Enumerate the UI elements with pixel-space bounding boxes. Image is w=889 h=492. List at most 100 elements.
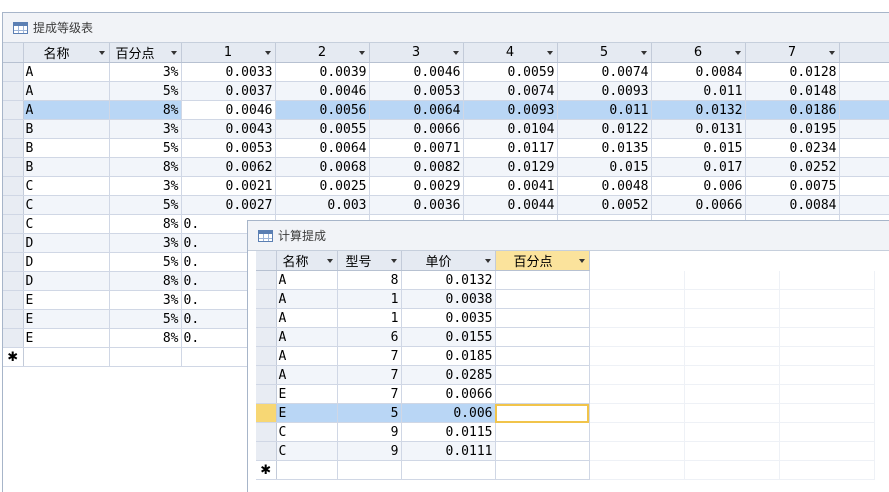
chevron-down-icon[interactable] [734,51,741,55]
cell-percent[interactable]: 5% [109,195,182,215]
cell-name[interactable]: A [276,289,338,309]
table-row[interactable]: A 8 0.0132 [256,270,875,290]
cell-percent[interactable]: 5% [109,81,182,101]
cell-value[interactable]: 0.0068 [275,157,370,177]
cell-name[interactable]: B [23,157,110,177]
cell-percent[interactable]: 8% [109,100,182,120]
table-row[interactable]: C 9 0.0111 [256,441,875,461]
cell-value[interactable]: 0.0066 [651,195,746,215]
cell-value[interactable]: 0.0074 [557,62,652,82]
cell-value[interactable]: 0.0084 [651,62,746,82]
column-header-unit-price[interactable]: 单价 [401,251,496,271]
cell-name[interactable]: C [276,441,338,461]
cell-unit-price[interactable]: 0.006 [401,403,496,423]
chevron-down-icon[interactable] [452,51,459,55]
cell-name[interactable]: E [276,384,338,404]
cell-value[interactable]: 0.0128 [745,62,840,82]
table-row[interactable]: B 5% 0.0053 0.0064 0.0071 0.0117 0.0135 0.015 0.… [3,138,889,158]
cell-value[interactable]: 0.0064 [369,100,464,120]
cell-value[interactable]: 0.0044 [463,195,558,215]
row-selector[interactable] [3,157,24,177]
cell-value[interactable]: 0.0135 [557,138,652,158]
cell-value[interactable]: 0.0234 [745,138,840,158]
table-row[interactable]: E 5 0.006 [256,403,875,423]
row-selector[interactable] [256,384,277,404]
cell-percent[interactable] [495,327,590,347]
cell-value[interactable]: 0.0025 [275,176,370,196]
cell-value[interactable]: 0.0104 [463,119,558,139]
cell-value[interactable]: 0.0129 [463,157,558,177]
chevron-down-icon[interactable] [546,51,553,55]
cell-value[interactable]: 0.0131 [651,119,746,139]
cell-value[interactable]: 0.0062 [181,157,276,177]
cell-value[interactable]: 0.0053 [181,138,276,158]
cell-value[interactable]: 0.0252 [745,157,840,177]
table-row[interactable]: B 3% 0.0043 0.0055 0.0066 0.0104 0.0122 0.0131 0… [3,119,889,139]
cell-unit-price[interactable]: 0.0038 [401,289,496,309]
column-header-model[interactable]: 型号 [337,251,402,271]
cell-unit-price[interactable]: 0.0132 [401,270,496,290]
table-row[interactable]: C 9 0.0115 [256,422,875,442]
row-selector[interactable] [3,81,24,101]
chevron-down-icon[interactable] [264,51,271,55]
chevron-down-icon[interactable] [358,51,365,55]
table-row[interactable]: A 7 0.0185 [256,346,875,366]
row-selector[interactable] [3,309,24,329]
cell-percent[interactable] [495,365,590,385]
column-header-name[interactable]: 名称 [276,251,338,271]
cell-value[interactable]: 0.0186 [745,100,840,120]
cell-value[interactable]: 0.0132 [651,100,746,120]
row-selector[interactable] [3,252,24,272]
cell-value[interactable]: 0.0075 [745,176,840,196]
row-selector[interactable] [3,328,24,348]
new-record-marker-icon[interactable]: ✱ [256,460,277,480]
cell-value[interactable]: 0.0082 [369,157,464,177]
cell-model[interactable]: 9 [337,422,402,442]
cell-empty[interactable] [23,347,110,367]
row-selector[interactable] [3,176,24,196]
cell-percent[interactable]: 5% [109,138,182,158]
new-record-row[interactable]: ✱ [256,460,875,480]
cell-percent[interactable] [495,270,590,290]
cell-value[interactable]: 0.0195 [745,119,840,139]
row-selector[interactable] [3,214,24,234]
cell-percent[interactable]: 5% [109,309,182,329]
cell-value[interactable]: 0.0048 [557,176,652,196]
cell-unit-price[interactable]: 0.0115 [401,422,496,442]
cell-value[interactable]: 0.0021 [181,176,276,196]
cell-value[interactable]: 0.003 [275,195,370,215]
cell-percent[interactable] [495,346,590,366]
table-row[interactable]: E 7 0.0066 [256,384,875,404]
cell-value[interactable]: 0.0071 [369,138,464,158]
cell-value[interactable]: 0.006 [651,176,746,196]
cell-name[interactable]: B [23,138,110,158]
table-row[interactable]: A 6 0.0155 [256,327,875,347]
cell-value[interactable]: 0.015 [651,138,746,158]
row-selector[interactable] [3,138,24,158]
cell-value[interactable]: 0.0046 [369,62,464,82]
cell-name[interactable]: A [23,62,110,82]
row-selector[interactable] [256,346,277,366]
cell-unit-price[interactable]: 0.0155 [401,327,496,347]
cell-model[interactable]: 1 [337,308,402,328]
row-selector[interactable] [256,289,277,309]
column-header-5[interactable]: 5 [557,43,652,63]
cell-percent[interactable] [495,441,590,461]
cell-model[interactable]: 9 [337,441,402,461]
row-selector[interactable] [3,290,24,310]
table-row[interactable]: A 7 0.0285 [256,365,875,385]
cell-value[interactable]: 0.0074 [463,81,558,101]
cell-name[interactable]: C [276,422,338,442]
row-selector[interactable] [256,441,277,461]
cell-model[interactable]: 5 [337,403,402,423]
cell-model[interactable]: 8 [337,270,402,290]
cell-name[interactable]: A [23,81,110,101]
select-all-corner[interactable] [3,43,24,63]
cell-percent[interactable] [495,289,590,309]
cell-value[interactable]: 0.0093 [463,100,558,120]
cell-percent[interactable]: 3% [109,176,182,196]
chevron-down-icon[interactable] [390,259,397,263]
cell-model[interactable]: 7 [337,384,402,404]
cell-name[interactable]: D [23,233,110,253]
table-row[interactable]: C 5% 0.0027 0.003 0.0036 0.0044 0.0052 0.0066 0.… [3,195,889,215]
